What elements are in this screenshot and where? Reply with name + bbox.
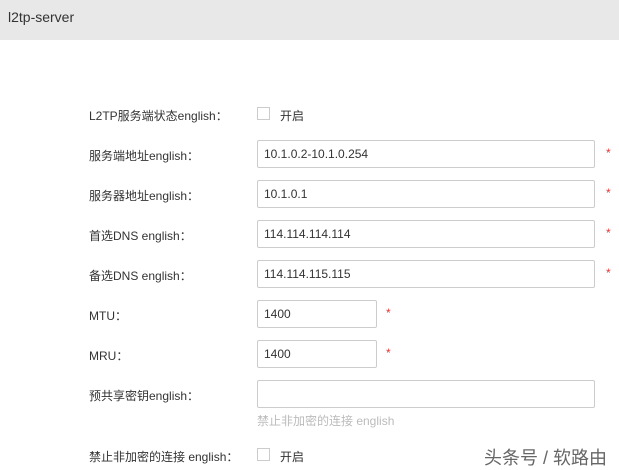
field-label: MRU： [89, 349, 129, 363]
field-label: 禁止非加密的连接 english： [89, 450, 239, 464]
mtu-input[interactable] [257, 300, 377, 328]
dns1-row: 首选DNS english： * [0, 220, 619, 248]
no-unencrypted-checkbox[interactable] [257, 448, 270, 461]
required-mark: * [386, 306, 391, 320]
psk-hint: 禁止非加密的连接 english [257, 414, 395, 428]
field-label: MTU： [89, 309, 127, 323]
mru-row: MRU： * [0, 340, 619, 368]
checkbox-label: 开启 [280, 450, 305, 464]
required-mark: * [606, 146, 611, 160]
l2tp-enable-checkbox[interactable] [257, 107, 270, 120]
watermark: 头条号 / 软路由 [484, 448, 608, 468]
primary-dns-input[interactable] [257, 220, 595, 248]
field-label: L2TP服务端状态english： [89, 109, 228, 123]
mru-input[interactable] [257, 340, 377, 368]
required-mark: * [606, 266, 611, 280]
field-label: 备选DNS english： [89, 269, 192, 283]
page-header: l2tp-server [0, 0, 619, 40]
l2tp-status-row: L2TP服务端状态english： 开启 [0, 100, 619, 128]
dns2-row: 备选DNS english： * [0, 260, 619, 288]
required-mark: * [386, 346, 391, 360]
server-range-input[interactable] [257, 140, 595, 168]
server-range-row: 服务端地址english： * [0, 140, 619, 168]
field-label: 首选DNS english： [89, 229, 192, 243]
server-addr-row: 服务器地址english： * [0, 180, 619, 208]
required-mark: * [606, 186, 611, 200]
mtu-row: MTU： * [0, 300, 619, 328]
field-label: 服务器地址english： [89, 189, 200, 203]
checkbox-label: 开启 [280, 109, 305, 123]
secondary-dns-input[interactable] [257, 260, 595, 288]
server-address-input[interactable] [257, 180, 595, 208]
field-label: 预共享密钥english： [89, 389, 200, 403]
required-mark: * [606, 226, 611, 240]
field-label: 服务端地址english： [89, 149, 200, 163]
page-title: l2tp-server [8, 9, 75, 25]
preshared-key-input[interactable] [257, 380, 595, 408]
psk-row: 预共享密钥english： [0, 380, 619, 408]
